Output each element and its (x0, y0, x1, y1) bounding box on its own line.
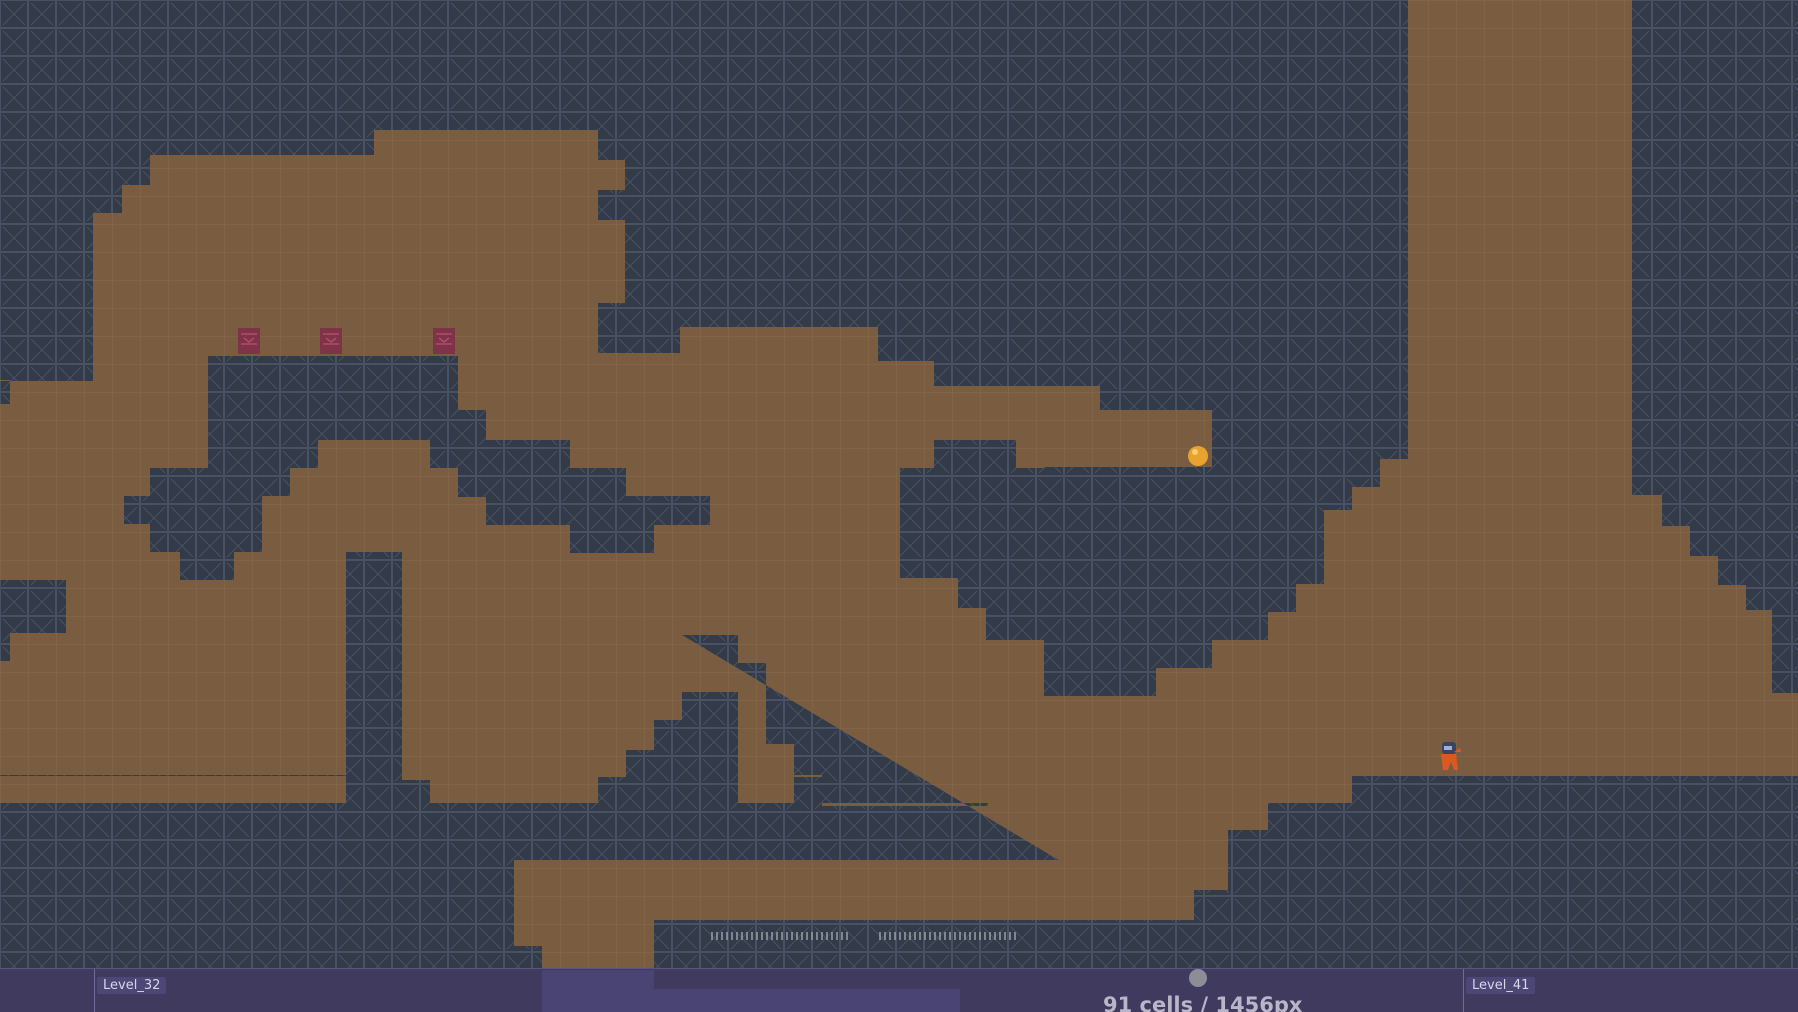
cell-distance-readout: 91 cells / 1456px (1103, 993, 1303, 1012)
level-hud-bar: Level_32 Level_41 91 cells / 1456px (0, 968, 1798, 1012)
level-tag-left[interactable]: Level_32 (97, 977, 167, 994)
coin[interactable] (1188, 446, 1208, 466)
level-strip-highlight-top (654, 970, 960, 989)
right-tunnel (1100, 830, 1228, 890)
level-map[interactable] (0, 0, 1798, 968)
crate[interactable] (433, 328, 455, 354)
scroll-handle[interactable] (1189, 969, 1207, 987)
lower-tunnel (514, 860, 1194, 920)
game-viewport[interactable]: Level_32 Level_41 91 cells / 1456px (0, 0, 1798, 1012)
crate[interactable] (238, 328, 260, 354)
lower-tunnel-exit (542, 918, 654, 968)
level-boundary-right (1463, 969, 1464, 1012)
crate[interactable] (320, 328, 342, 354)
level-boundary-left (94, 969, 95, 1012)
coin-shine (1192, 449, 1198, 455)
level-tag-right[interactable]: Level_41 (1466, 977, 1536, 994)
